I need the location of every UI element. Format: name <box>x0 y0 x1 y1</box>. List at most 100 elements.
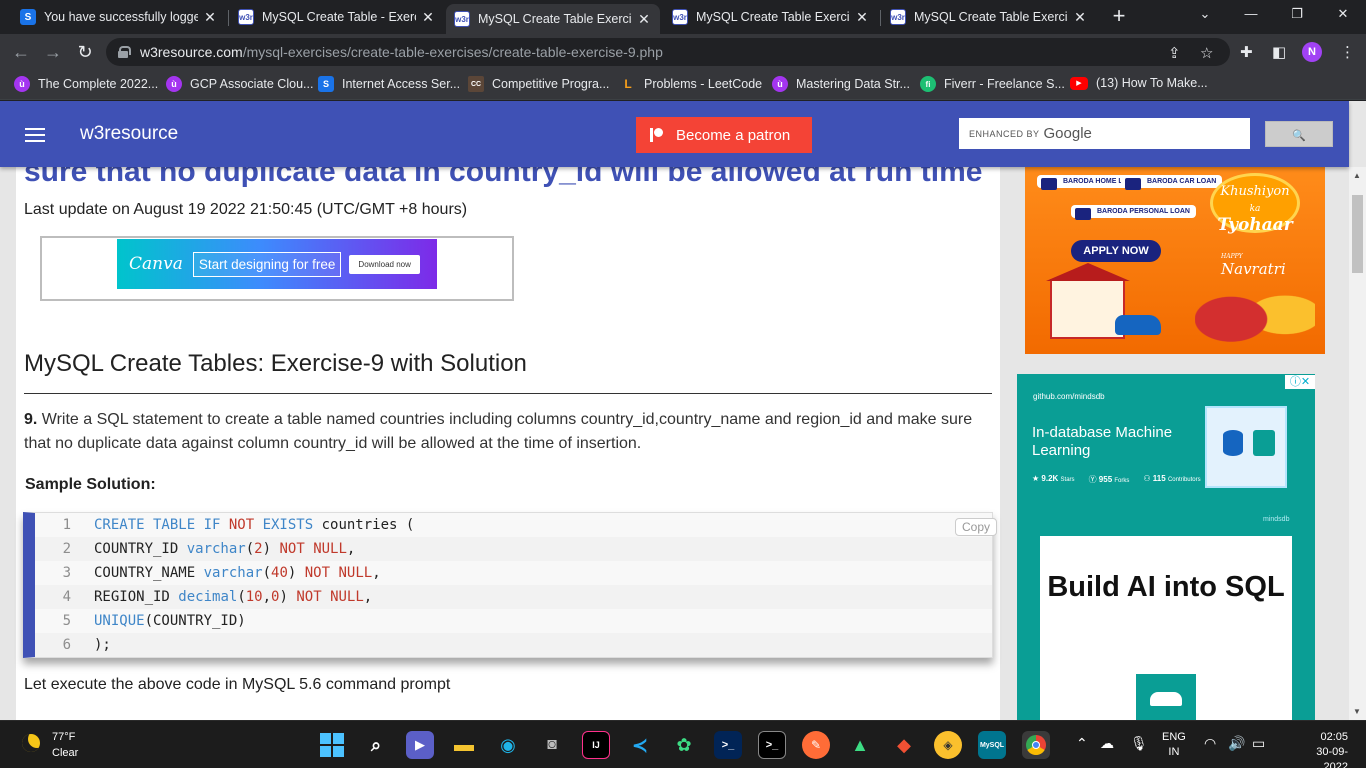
search-icon[interactable]: ⌕ <box>362 731 390 759</box>
code-block[interactable]: 1 CREATE TABLE IF NOT EXISTS countries ( … <box>23 512 998 658</box>
banner-ad-frame: Canva Start designing for free Download … <box>40 236 514 301</box>
weather-condition[interactable]: Clear <box>52 747 78 759</box>
code-args: (2) <box>245 541 272 557</box>
terminal-icon[interactable]: >_ <box>758 731 786 759</box>
system-clock[interactable]: 02:05 30-09-2022 <box>1300 730 1348 768</box>
enhanced-by-label: ENHANCED BY <box>969 128 1040 139</box>
canva-download-button[interactable]: Download now <box>349 254 420 274</box>
bookmark-item[interactable]: CC Competitive Progra... <box>468 76 609 92</box>
close-window-icon[interactable]: ✕ <box>1328 6 1358 22</box>
bookmark-item[interactable]: L Problems - LeetCode <box>620 76 762 92</box>
close-tab-icon[interactable]: ✕ <box>636 11 652 28</box>
line-number: 1 <box>62 517 71 533</box>
restore-icon[interactable]: ❐ <box>1282 6 1312 22</box>
code-line: 2 COUNTRY_ID varchar(2) NOT NULL, <box>35 537 992 561</box>
tab-search-icon[interactable]: ⌄ <box>1190 6 1220 22</box>
battery-icon[interactable]: ▭ <box>1252 735 1265 752</box>
teams-chat-icon[interactable]: ▶ <box>406 731 434 759</box>
page-scrollbar[interactable]: ▲ ▼ <box>1349 167 1366 720</box>
postman-icon[interactable]: ✎ <box>802 731 830 759</box>
bookmark-star-icon[interactable]: ☆ <box>1200 44 1213 62</box>
tray-chevron-icon[interactable]: ⌃ <box>1076 735 1088 752</box>
mindsdb-ad[interactable]: ⓘ✕ github.com/mindsdb In-database Machin… <box>1017 374 1315 720</box>
code-null: NOT NULL <box>296 565 373 581</box>
file-explorer-icon[interactable]: ▬ <box>450 731 478 759</box>
bookmark-item[interactable]: ù The Complete 2022... <box>14 76 158 92</box>
close-tab-icon[interactable]: ✕ <box>854 9 870 26</box>
code-text: COUNTRY_NAME <box>94 565 204 581</box>
baroda-ad[interactable]: BARODA HOME LOAN BARODA CAR LOAN BARODA … <box>1025 167 1325 354</box>
share-icon[interactable]: ⇪ <box>1168 44 1181 62</box>
mysql-workbench-icon[interactable]: MySQL <box>978 731 1006 759</box>
weather-temperature[interactable]: 77°F <box>52 731 75 743</box>
tab-title: You have successfully logged <box>44 10 199 24</box>
intellij-icon[interactable]: IJ <box>582 731 610 759</box>
site-logo[interactable]: w3resource <box>80 123 178 145</box>
powershell-icon[interactable]: >_ <box>714 731 742 759</box>
code-text: , <box>372 565 381 581</box>
line-number: 6 <box>62 637 71 653</box>
edge-icon[interactable]: ◉ <box>494 731 522 759</box>
tab-divider <box>228 10 229 26</box>
code-text: (COUNTRY_ID) <box>144 613 246 629</box>
git-icon[interactable]: ◆ <box>890 731 918 759</box>
bookmark-item[interactable]: ù Mastering Data Str... <box>772 76 910 92</box>
camera-icon[interactable]: ◙ <box>538 731 566 759</box>
chrome-icon[interactable] <box>1022 731 1050 759</box>
google-search-input[interactable]: ENHANCED BY Google <box>959 118 1250 149</box>
bookmark-item[interactable]: S Internet Access Ser... <box>318 76 460 92</box>
code-type: decimal <box>178 589 238 605</box>
copy-button[interactable]: Copy <box>955 518 998 536</box>
menu-kebab-icon[interactable]: ⋮ <box>1340 43 1355 61</box>
browser-tab-active[interactable]: w3r MySQL Create Table Exercise ✕ <box>446 4 660 34</box>
android-studio-icon[interactable]: ▲ <box>846 731 874 759</box>
browser-tab[interactable]: w3r MySQL Create Table Exercise ✕ <box>664 4 878 30</box>
search-button[interactable]: 🔍 <box>1265 121 1333 147</box>
canva-cta[interactable]: Start designing for free <box>192 251 342 277</box>
bookmark-item[interactable]: fi Fiverr - Freelance S... <box>920 76 1065 92</box>
close-tab-icon[interactable]: ✕ <box>420 9 436 26</box>
browser-tab[interactable]: S You have successfully logged ✕ <box>12 4 226 30</box>
scroll-up-icon[interactable]: ▲ <box>1353 171 1361 180</box>
start-windows-icon[interactable] <box>318 731 346 759</box>
close-tab-icon[interactable]: ✕ <box>1072 9 1088 26</box>
ad-choices-icon[interactable]: ⓘ✕ <box>1285 375 1315 389</box>
browser-tab[interactable]: w3r MySQL Create Table - Exercis ✕ <box>230 4 444 30</box>
s-favicon-icon: S <box>20 9 36 25</box>
moon-weather-icon[interactable] <box>22 734 40 752</box>
brave-icon[interactable]: ◈ <box>934 731 962 759</box>
extensions-puzzle-icon[interactable]: ✚ <box>1240 43 1253 61</box>
minimize-icon[interactable]: — <box>1236 6 1266 21</box>
close-tab-icon[interactable]: ✕ <box>202 9 218 26</box>
tab-title: MySQL Create Table Exercise <box>696 10 851 24</box>
line-number: 5 <box>62 613 71 629</box>
become-patron-button[interactable]: Become a patron <box>636 117 812 153</box>
forward-arrow-icon[interactable]: → <box>42 41 64 63</box>
cloud-icon[interactable]: ☁ <box>1100 735 1114 752</box>
bookmark-item[interactable]: ▶ (13) How To Make... <box>1070 76 1208 90</box>
url-path: /mysql-exercises/create-table-exercises/… <box>242 44 663 60</box>
canva-ad[interactable]: Canva Start designing for free Download … <box>117 239 437 289</box>
chatgpt-icon[interactable]: ✿ <box>670 731 698 759</box>
bookmark-item[interactable]: ù GCP Associate Clou... <box>166 76 313 92</box>
browser-tab[interactable]: w3r MySQL Create Table Exercise ✕ <box>882 4 1096 30</box>
browser-toolbar: ← → ↻ w3resource.com/mysql-exercises/cre… <box>0 34 1366 70</box>
volume-icon[interactable]: 🔊 <box>1228 735 1245 752</box>
apply-now-button[interactable]: APPLY NOW <box>1071 240 1161 262</box>
code-text: , <box>363 589 373 605</box>
wifi-icon[interactable]: ◠ <box>1204 735 1216 752</box>
vscode-icon[interactable]: ≺ <box>626 731 654 759</box>
reload-icon[interactable]: ↻ <box>74 41 96 63</box>
bookmarks-bar: ù The Complete 2022... ù GCP Associate Clo… <box>0 70 1366 100</box>
scrollbar-thumb[interactable] <box>1352 195 1363 273</box>
language-indicator[interactable]: ENG IN <box>1162 730 1186 760</box>
new-tab-button[interactable]: + <box>1108 5 1130 28</box>
back-arrow-icon[interactable]: ← <box>10 41 32 63</box>
scroll-down-icon[interactable]: ▼ <box>1353 707 1361 716</box>
hamburger-menu-icon[interactable] <box>25 128 45 142</box>
microphone-icon[interactable]: 🎙 <box>1130 735 1148 752</box>
side-panel-icon[interactable]: ◧ <box>1272 43 1286 61</box>
address-bar[interactable]: w3resource.com/mysql-exercises/create-ta… <box>106 38 1230 66</box>
s-icon: S <box>318 76 334 92</box>
profile-avatar[interactable]: N <box>1302 42 1322 62</box>
